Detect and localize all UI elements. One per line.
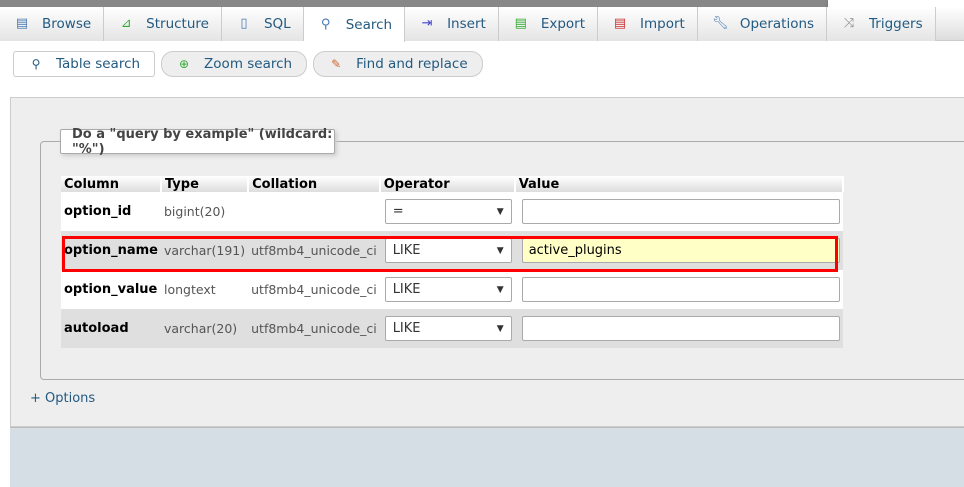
zoom-search-button[interactable]: ⊕ Zoom search: [161, 51, 308, 77]
tab-label: Insert: [447, 16, 486, 32]
options-link[interactable]: + Options: [30, 391, 95, 406]
operator-value: =: [392, 204, 404, 219]
tab-search[interactable]: ⚲ Search: [303, 7, 406, 42]
column-name: option_id: [61, 192, 161, 231]
header-type: Type: [160, 176, 250, 192]
column-type: bigint(20): [160, 192, 249, 231]
tab-structure[interactable]: ⊿ Structure: [104, 7, 222, 41]
dropdown-arrow-icon: ▼: [496, 323, 504, 334]
column-collation: utf8mb4_unicode_ci: [248, 309, 380, 348]
tab-export[interactable]: ▤ Export: [498, 7, 599, 41]
tab-import[interactable]: ▤ Import: [598, 7, 698, 41]
tab-browse[interactable]: ▤ Browse: [0, 7, 105, 41]
top-strip: [0, 0, 964, 7]
triggers-icon: ⤨: [843, 16, 855, 31]
search-subtabs: ⚲ Table search ⊕ Zoom search ✎ Find and rep…: [13, 51, 483, 77]
search-icon: ⚲: [31, 57, 41, 71]
tab-operations[interactable]: 🔧︎ Operations: [697, 7, 828, 41]
find-replace-icon: ✎: [331, 57, 342, 71]
operator-select[interactable]: = ▼: [384, 199, 512, 224]
header-column: Column: [61, 176, 162, 192]
subtab-label: Find and replace: [356, 56, 468, 72]
operator-value: LIKE: [392, 282, 421, 297]
tab-insert[interactable]: ⇥ Insert: [405, 7, 499, 41]
insert-icon: ⇥: [421, 16, 433, 31]
column-name: option_name: [61, 231, 161, 270]
operator-select[interactable]: LIKE ▼: [384, 238, 512, 263]
column-collation: [248, 192, 380, 231]
table-row: option_name varchar(191) utf8mb4_unicode…: [61, 231, 843, 270]
value-input[interactable]: [521, 199, 840, 224]
operator-select[interactable]: LIKE ▼: [384, 316, 512, 341]
value-input[interactable]: [521, 277, 840, 302]
tab-label: Structure: [146, 16, 209, 32]
column-collation: utf8mb4_unicode_ci: [248, 270, 380, 309]
column-collation: utf8mb4_unicode_ci: [248, 231, 380, 270]
tab-label: SQL: [263, 16, 291, 32]
column-type: varchar(20): [160, 309, 249, 348]
column-type: varchar(191): [160, 231, 249, 270]
operator-value: LIKE: [392, 243, 421, 258]
tab-triggers[interactable]: ⤨ Triggers: [827, 7, 936, 41]
dropdown-arrow-icon: ▼: [496, 245, 504, 256]
tab-label: Import: [640, 16, 685, 32]
footer-area: [10, 427, 964, 487]
dropdown-arrow-icon: ▼: [496, 284, 504, 295]
sql-icon: ▯: [240, 16, 248, 31]
search-criteria-table: Column Type Collation Operator Value opt…: [61, 176, 844, 348]
tab-label: Operations: [739, 16, 815, 32]
table-row: option_id bigint(20) = ▼: [61, 192, 843, 231]
column-name: option_value: [61, 270, 161, 309]
table-row: option_value longtext utf8mb4_unicode_ci…: [61, 270, 843, 309]
table-row: autoload varchar(20) utf8mb4_unicode_ci …: [61, 309, 843, 348]
value-input[interactable]: [521, 316, 840, 341]
search-icon: ⚲: [320, 16, 331, 32]
table-icon: ▤: [15, 16, 29, 31]
find-replace-button[interactable]: ✎ Find and replace: [313, 51, 483, 77]
zoom-search-icon: ⊕: [179, 57, 190, 71]
tab-bar: ▤ Browse ⊿ Structure ▯ SQL ⚲ Search ⇥ Insert …: [0, 7, 964, 42]
operator-select[interactable]: LIKE ▼: [384, 277, 512, 302]
header-operator: Operator: [379, 176, 516, 192]
operator-value: LIKE: [392, 321, 421, 336]
fieldset-legend: Do a "query by example" (wildcard: "%"): [60, 127, 335, 157]
column-type: longtext: [160, 270, 249, 309]
tab-label: Export: [540, 16, 586, 32]
header-value: Value: [514, 176, 844, 192]
tab-label: Search: [345, 16, 393, 33]
structure-icon: ⊿: [120, 16, 132, 31]
tab-sql[interactable]: ▯ SQL: [221, 7, 304, 41]
wrench-icon: 🔧︎: [711, 16, 729, 31]
dropdown-arrow-icon: ▼: [496, 206, 504, 217]
header-collation: Collation: [248, 176, 381, 192]
subtab-label: Table search: [56, 56, 141, 72]
value-input[interactable]: active_plugins: [521, 238, 840, 263]
subtab-label: Zoom search: [204, 56, 293, 72]
tab-label: Triggers: [869, 16, 923, 32]
table-search-button[interactable]: ⚲ Table search: [13, 51, 156, 77]
import-icon: ▤: [613, 16, 627, 31]
export-icon: ▤: [514, 16, 527, 31]
column-name: autoload: [61, 309, 161, 348]
tab-label: Browse: [42, 16, 92, 32]
